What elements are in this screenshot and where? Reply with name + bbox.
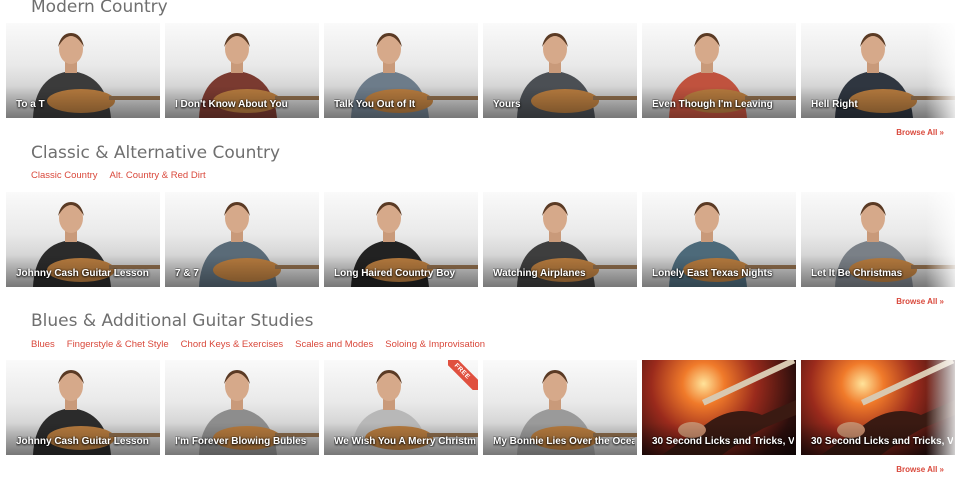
lesson-card[interactable]: Hell Right [801, 23, 955, 118]
subcategory-link[interactable]: Classic Country [31, 170, 98, 181]
lesson-card[interactable]: Johnny Cash Guitar Lesson [6, 360, 160, 455]
subcategory-link[interactable]: Soloing & Improvisation [385, 339, 485, 350]
lesson-card[interactable]: I Don't Know About You [165, 23, 319, 118]
lesson-title: 30 Second Licks and Tricks, Vol. 2 [811, 436, 953, 447]
lesson-title: Johnny Cash Guitar Lesson [16, 268, 149, 279]
lesson-title: Lonely East Texas Nights [652, 268, 773, 279]
lesson-card[interactable]: 7 & 7 [165, 192, 319, 287]
lesson-title: To a T [16, 99, 45, 110]
lesson-card[interactable]: Long Haired Country Boy [324, 192, 478, 287]
lesson-card[interactable]: Even Though I'm Leaving [642, 23, 796, 118]
lesson-row: Johnny Cash Guitar Lesson 7 & 7 Long Hai… [6, 192, 960, 287]
lesson-title: 30 Second Licks and Tricks, Vol. 1 [652, 436, 794, 447]
section-title: Modern Country [31, 0, 168, 17]
lesson-card[interactable]: I'm Forever Blowing Bubles [165, 360, 319, 455]
lesson-card[interactable]: My Bonnie Lies Over the Ocean [483, 360, 637, 455]
lesson-card[interactable]: Let It Be Christmas [801, 192, 955, 287]
lesson-title: Watching Airplanes [493, 268, 586, 279]
subcategory-links: Blues Fingerstyle & Chet Style Chord Key… [31, 339, 485, 350]
browse-all-link[interactable]: Browse All » [896, 128, 944, 137]
section-title: Classic & Alternative Country [31, 143, 281, 163]
subcategory-link[interactable]: Chord Keys & Exercises [181, 339, 283, 350]
lesson-title: Let It Be Christmas [811, 268, 903, 279]
lesson-title: Hell Right [811, 99, 858, 110]
lesson-card[interactable]: Johnny Cash Guitar Lesson [6, 192, 160, 287]
subcategory-link[interactable]: Fingerstyle & Chet Style [67, 339, 169, 350]
lesson-card[interactable]: We Wish You A Merry Christmas FREE [324, 360, 478, 455]
subcategory-link[interactable]: Alt. Country & Red Dirt [110, 170, 206, 181]
lesson-card[interactable]: 30 Second Licks and Tricks, Vol. 2 [801, 360, 955, 455]
free-badge: FREE [448, 360, 478, 390]
lesson-title: Even Though I'm Leaving [652, 99, 773, 110]
browse-all-link[interactable]: Browse All » [896, 465, 944, 474]
lesson-title: Yours [493, 99, 521, 110]
lesson-row: To a T I Don't Know About You Talk You O… [6, 23, 960, 118]
lesson-title: I Don't Know About You [175, 99, 288, 110]
subcategory-links: Classic Country Alt. Country & Red Dirt [31, 170, 206, 181]
subcategory-link[interactable]: Blues [31, 339, 55, 350]
lesson-card[interactable]: Talk You Out of It [324, 23, 478, 118]
lesson-card[interactable]: Lonely East Texas Nights [642, 192, 796, 287]
lesson-title: Talk You Out of It [334, 99, 416, 110]
lesson-card[interactable]: 30 Second Licks and Tricks, Vol. 1 [642, 360, 796, 455]
lesson-title: We Wish You A Merry Christmas [334, 436, 476, 447]
lesson-title: 7 & 7 [175, 268, 199, 279]
lesson-row: Johnny Cash Guitar Lesson I'm Forever Bl… [6, 360, 960, 455]
lesson-card[interactable]: To a T [6, 23, 160, 118]
lesson-title: I'm Forever Blowing Bubles [175, 436, 307, 447]
lesson-card[interactable]: Watching Airplanes [483, 192, 637, 287]
lesson-title: Long Haired Country Boy [334, 268, 456, 279]
section-title: Blues & Additional Guitar Studies [31, 311, 314, 331]
lesson-card[interactable]: Yours [483, 23, 637, 118]
browse-all-link[interactable]: Browse All » [896, 297, 944, 306]
lesson-title: Johnny Cash Guitar Lesson [16, 436, 149, 447]
subcategory-link[interactable]: Scales and Modes [295, 339, 373, 350]
lesson-title: My Bonnie Lies Over the Ocean [493, 436, 635, 447]
